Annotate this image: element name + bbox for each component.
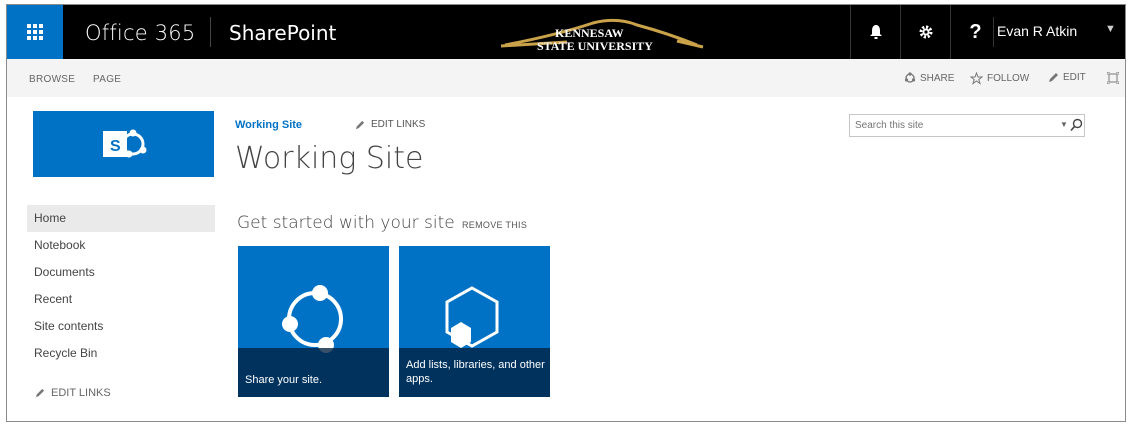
- gear-icon: [919, 25, 932, 39]
- pencil-icon: [355, 120, 365, 129]
- follow-button[interactable]: FOLLOW: [970, 72, 1029, 85]
- add-apps-tile[interactable]: Add lists, libraries, and other apps.: [399, 246, 550, 397]
- site-logo-letter: S: [110, 138, 121, 155]
- focus-content-button[interactable]: [1107, 72, 1119, 84]
- add-apps-tile-label: Add lists, libraries, and other apps.: [399, 348, 550, 397]
- kennesaw-logo-mark: KENNESAW STATE UNIVERSITY: [500, 18, 704, 53]
- top-edit-links-button[interactable]: EDIT LINKS: [355, 119, 425, 130]
- quick-launch: Home Notebook Documents Recent Site cont…: [27, 205, 215, 367]
- top-edit-links-label: EDIT LINKS: [371, 119, 426, 130]
- waffle-icon: [27, 24, 43, 40]
- suite-divider: [210, 17, 211, 47]
- nav-item-notebook[interactable]: Notebook: [27, 232, 215, 259]
- share-site-tile-text: Share your site.: [245, 374, 323, 386]
- user-name[interactable]: Evan R Atkin: [997, 23, 1077, 39]
- suite-bar: Office 365 SharePoint KENNESAW STATE UNI…: [7, 5, 1125, 59]
- logo-line2: STATE UNIVERSITY: [537, 39, 653, 53]
- app-launcher-button[interactable]: [7, 5, 63, 59]
- nav-item-home[interactable]: Home: [27, 205, 215, 232]
- remove-this-link[interactable]: REMOVE THIS: [462, 220, 527, 230]
- suite-divider-right: [993, 17, 994, 47]
- sharepoint-app-name[interactable]: SharePoint: [229, 21, 336, 45]
- kennesaw-state-logo: KENNESAW STATE UNIVERSITY: [497, 15, 707, 55]
- settings-button[interactable]: [900, 5, 950, 59]
- share-label: SHARE: [920, 72, 955, 84]
- nav-item-recent[interactable]: Recent: [27, 286, 215, 313]
- edit-label: EDIT: [1063, 72, 1086, 83]
- share-icon: [904, 72, 916, 83]
- question-icon: ?: [969, 20, 982, 43]
- nav-item-documents[interactable]: Documents: [27, 259, 215, 286]
- logo-line1: KENNESAW: [555, 26, 624, 40]
- breadcrumb-link[interactable]: Working Site: [235, 119, 302, 131]
- edit-button[interactable]: EDIT: [1048, 72, 1086, 83]
- pencil-icon: [1049, 73, 1058, 82]
- sharepoint-window: Office 365 SharePoint KENNESAW STATE UNI…: [6, 4, 1126, 422]
- notifications-button[interactable]: [850, 5, 900, 59]
- pencil-icon: [35, 388, 45, 398]
- get-started-title: Get started with your site: [237, 213, 455, 233]
- search-input[interactable]: [855, 118, 1035, 133]
- search-box[interactable]: ▼: [849, 114, 1085, 137]
- search-icon[interactable]: [1070, 118, 1083, 132]
- page-title: Working Site: [235, 141, 424, 176]
- site-logo[interactable]: S: [33, 111, 214, 177]
- search-scope-chevron-icon[interactable]: ▼: [1060, 120, 1068, 129]
- ribbon: BROWSE PAGE SHARE FOLLOW EDIT: [7, 59, 1125, 97]
- nav-edit-links-button[interactable]: EDIT LINKS: [35, 387, 111, 399]
- office365-brand[interactable]: Office 365: [85, 21, 195, 45]
- focus-icon: [1107, 72, 1119, 84]
- share-site-tile-label: Share your site.: [238, 348, 389, 397]
- nav-item-site-contents[interactable]: Site contents: [27, 313, 215, 340]
- chevron-down-icon[interactable]: ▼: [1105, 23, 1116, 35]
- star-icon: [970, 72, 983, 85]
- share-site-tile[interactable]: Share your site.: [238, 246, 389, 397]
- add-apps-tile-text: Add lists, libraries, and other apps.: [406, 359, 545, 385]
- bell-icon: [869, 25, 882, 39]
- sharepoint-logo-icon: S: [102, 129, 146, 158]
- tab-page[interactable]: PAGE: [93, 74, 121, 85]
- nav-item-recycle-bin[interactable]: Recycle Bin: [27, 340, 215, 367]
- follow-label: FOLLOW: [987, 73, 1030, 84]
- tab-browse[interactable]: BROWSE: [29, 74, 75, 85]
- share-button[interactable]: SHARE: [904, 72, 954, 84]
- nav-edit-links-label: EDIT LINKS: [51, 387, 111, 399]
